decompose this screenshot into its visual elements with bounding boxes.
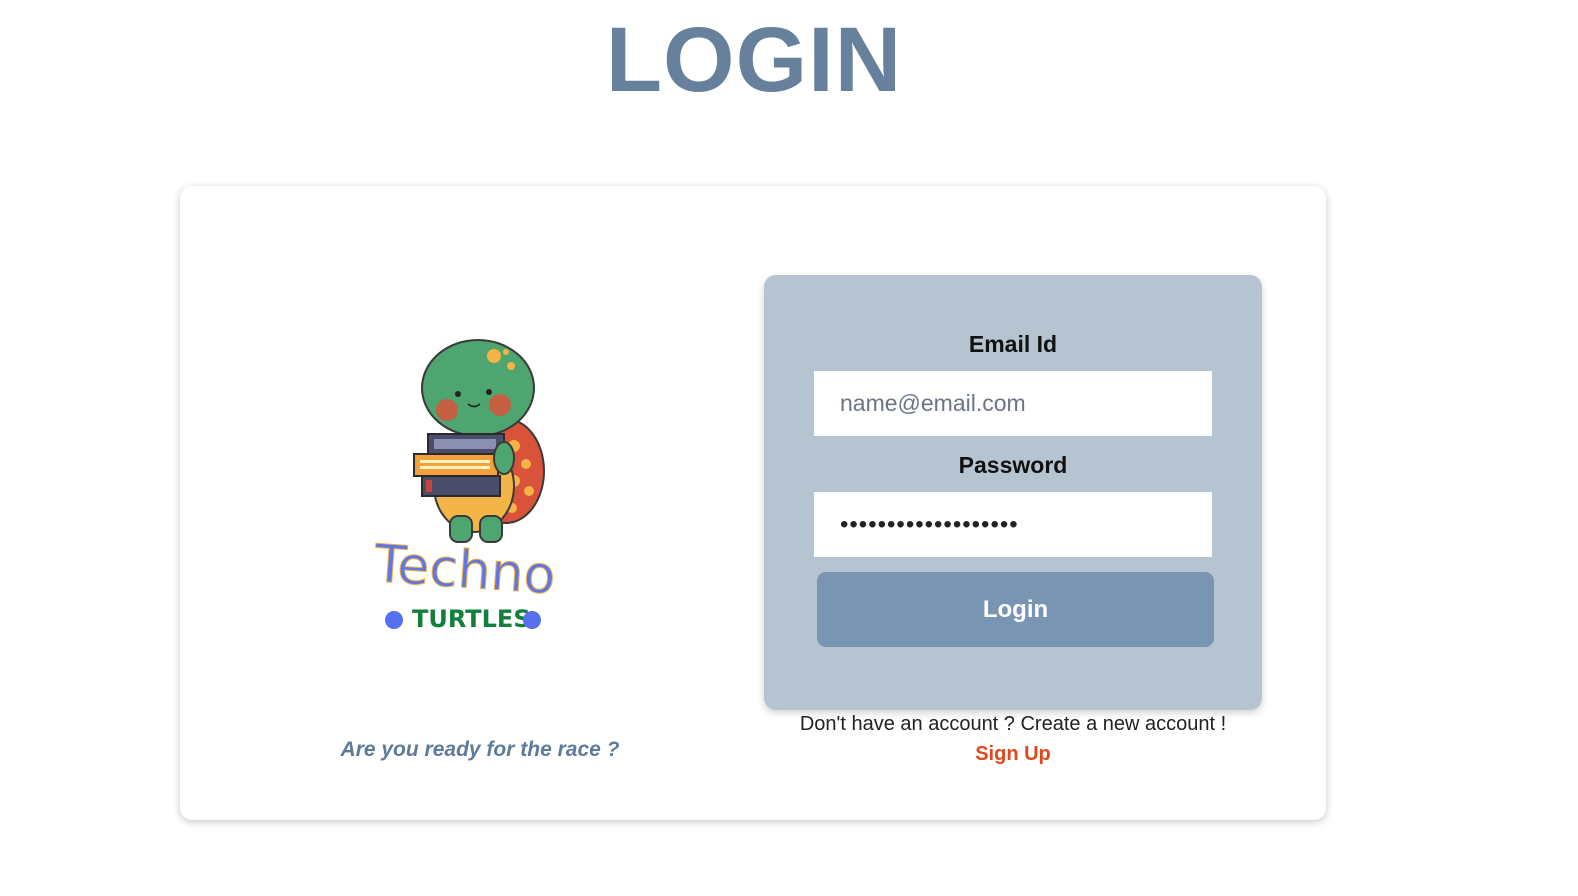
email-label: Email Id (968, 331, 1058, 357)
turtle-logo-icon: Techno TURTLES (371, 339, 558, 633)
email-field[interactable] (814, 371, 1212, 436)
signup-link[interactable]: Sign Up (764, 743, 1262, 766)
login-button[interactable]: Login (817, 572, 1214, 647)
tagline: Are you ready for the race ? (340, 738, 620, 761)
signup-prompt: Don't have an account ? Create a new acc… (799, 713, 1227, 735)
logo-word-turtles: TURTLES (412, 605, 531, 633)
page-title: LOGIN (605, 9, 903, 111)
password-label: Password (958, 452, 1068, 478)
logo-word-techno: Techno (372, 534, 558, 607)
login-card: Techno TURTLES Are you ready for the rac… (180, 186, 1326, 820)
password-field[interactable] (814, 492, 1212, 557)
login-form-panel: Email Id Password Login (764, 275, 1262, 710)
techno-turtles-logo: Techno TURTLES (364, 336, 584, 636)
